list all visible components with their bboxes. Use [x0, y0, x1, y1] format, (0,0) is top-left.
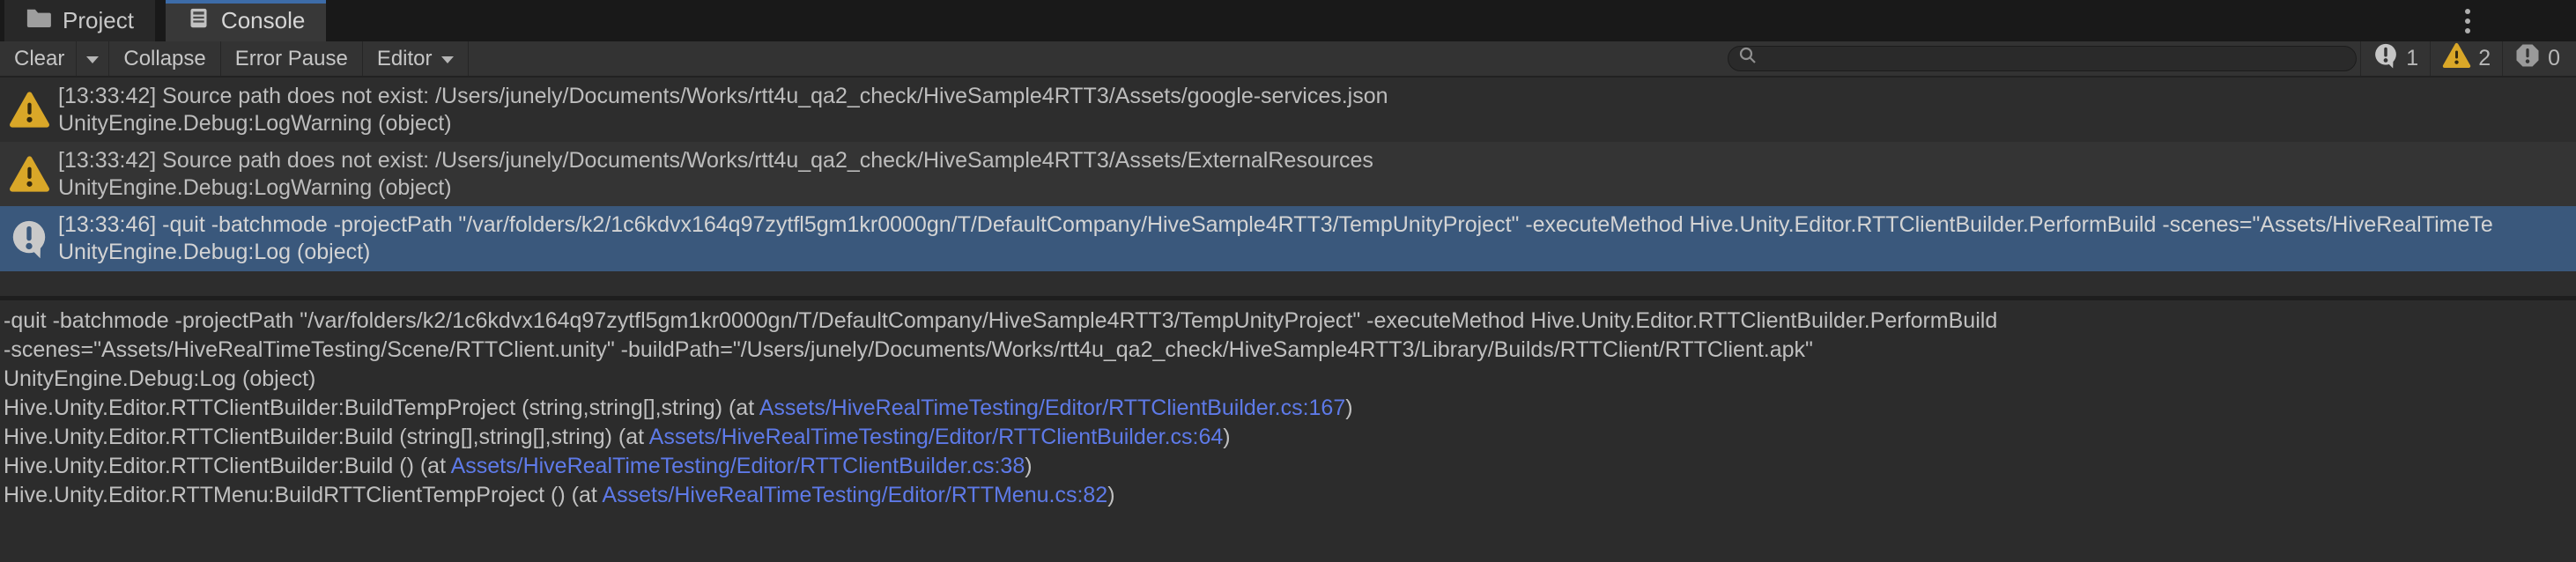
log-entry-text: [13:33:46] -quit -batchmode -projectPath…	[58, 206, 2576, 271]
detail-line: UnityEngine.Debug:Log (object)	[4, 365, 2576, 394]
log-detail-pane[interactable]: -quit -batchmode -projectPath "/var/fold…	[0, 300, 2576, 562]
warning-count-toggle[interactable]: 2	[2430, 41, 2502, 76]
detail-text: -scenes="Assets/HiveRealTimeTesting/Scen…	[4, 337, 1813, 362]
editor-dropdown-label: Editor	[377, 47, 433, 71]
tab-project-label: Project	[63, 7, 134, 34]
editor-dropdown-button[interactable]: Editor	[363, 41, 469, 76]
warning-triangle-icon	[2442, 42, 2471, 75]
warning-icon	[0, 78, 58, 142]
log-bubble-icon	[0, 206, 58, 271]
log-message: [13:33:46] -quit -batchmode -projectPath…	[58, 211, 2576, 239]
detail-text: Hive.Unity.Editor.RTTClientBuilder:Build…	[4, 396, 759, 420]
log-list: [13:33:42] Source path does not exist: /…	[0, 78, 2576, 296]
detail-line: -quit -batchmode -projectPath "/var/fold…	[4, 307, 2576, 336]
console-icon	[187, 6, 211, 36]
log-callsite: UnityEngine.Debug:Log (object)	[58, 239, 2576, 266]
error-octagon-icon	[2514, 42, 2541, 75]
console-toolbar: Clear Collapse Error Pause Editor	[0, 41, 2576, 78]
detail-text: )	[1223, 425, 1230, 449]
clear-button-label: Clear	[14, 47, 64, 71]
tab-console[interactable]: Console	[166, 0, 326, 41]
detail-text: )	[1107, 483, 1114, 507]
chevron-down-icon	[86, 56, 99, 63]
log-count-toggle[interactable]: 1	[2360, 41, 2430, 76]
clear-dropdown-button[interactable]	[76, 41, 109, 76]
tab-project[interactable]: Project	[4, 0, 155, 41]
detail-text: Hive.Unity.Editor.RTTClientBuilder:Build…	[4, 454, 451, 478]
search-icon	[1737, 45, 1758, 72]
kebab-menu-icon[interactable]	[2453, 4, 2483, 38]
log-entry-text: [13:33:42] Source path does not exist: /…	[58, 142, 2576, 206]
log-entry[interactable]: [13:33:46] -quit -batchmode -projectPath…	[0, 206, 2576, 271]
detail-line: Hive.Unity.Editor.RTTClientBuilder:Build…	[4, 394, 2576, 423]
collapse-button-label: Collapse	[123, 47, 205, 71]
tab-bar: Project Console	[0, 0, 2576, 41]
stack-trace-link[interactable]: Assets/HiveRealTimeTesting/Editor/RTTCli…	[451, 454, 1025, 478]
detail-text: Hive.Unity.Editor.RTTClientBuilder:Build…	[4, 425, 649, 449]
detail-text: Hive.Unity.Editor.RTTMenu:BuildRTTClient…	[4, 483, 602, 507]
detail-line: Hive.Unity.Editor.RTTClientBuilder:Build…	[4, 452, 2576, 481]
toolbar-spacer	[469, 41, 1728, 76]
log-message: [13:33:42] Source path does not exist: /…	[58, 147, 2576, 174]
log-callsite: UnityEngine.Debug:LogWarning (object)	[58, 110, 2576, 137]
stack-trace-link[interactable]: Assets/HiveRealTimeTesting/Editor/RTTCli…	[759, 396, 1346, 420]
detail-text: )	[1345, 396, 1352, 420]
error-count: 0	[2548, 46, 2560, 71]
error-pause-button-label: Error Pause	[235, 47, 348, 71]
log-callsite: UnityEngine.Debug:LogWarning (object)	[58, 174, 2576, 202]
log-message: [13:33:42] Source path does not exist: /…	[58, 83, 2576, 110]
log-entry[interactable]: [13:33:42] Source path does not exist: /…	[0, 78, 2576, 142]
detail-text: -quit -batchmode -projectPath "/var/fold…	[4, 308, 1997, 333]
error-pause-button[interactable]: Error Pause	[221, 41, 363, 76]
detail-line: -scenes="Assets/HiveRealTimeTesting/Scen…	[4, 336, 2576, 365]
clear-button[interactable]: Clear	[0, 41, 76, 76]
error-count-toggle[interactable]: 0	[2502, 41, 2576, 76]
tab-console-label: Console	[221, 7, 305, 34]
console-search-box[interactable]	[1728, 46, 2357, 71]
detail-line: Hive.Unity.Editor.RTTClientBuilder:Build…	[4, 423, 2576, 452]
detail-line: Hive.Unity.Editor.RTTMenu:BuildRTTClient…	[4, 481, 2576, 510]
search-input[interactable]	[1765, 47, 2347, 70]
log-entry-text: [13:33:42] Source path does not exist: /…	[58, 78, 2576, 142]
chevron-down-icon	[441, 56, 454, 63]
detail-text: UnityEngine.Debug:Log (object)	[4, 366, 315, 391]
stack-trace-link[interactable]: Assets/HiveRealTimeTesting/Editor/RTTMen…	[602, 483, 1107, 507]
folder-icon	[26, 7, 52, 35]
warning-icon	[0, 142, 58, 206]
detail-text: )	[1025, 454, 1032, 478]
log-level-filters: 1 2 0	[2360, 41, 2576, 76]
warning-count: 2	[2478, 46, 2491, 71]
log-bubble-icon	[2372, 42, 2399, 75]
collapse-button[interactable]: Collapse	[109, 41, 220, 76]
stack-trace-link[interactable]: Assets/HiveRealTimeTesting/Editor/RTTCli…	[649, 425, 1224, 449]
log-count: 1	[2406, 46, 2418, 71]
log-entry[interactable]: [13:33:42] Source path does not exist: /…	[0, 142, 2576, 206]
